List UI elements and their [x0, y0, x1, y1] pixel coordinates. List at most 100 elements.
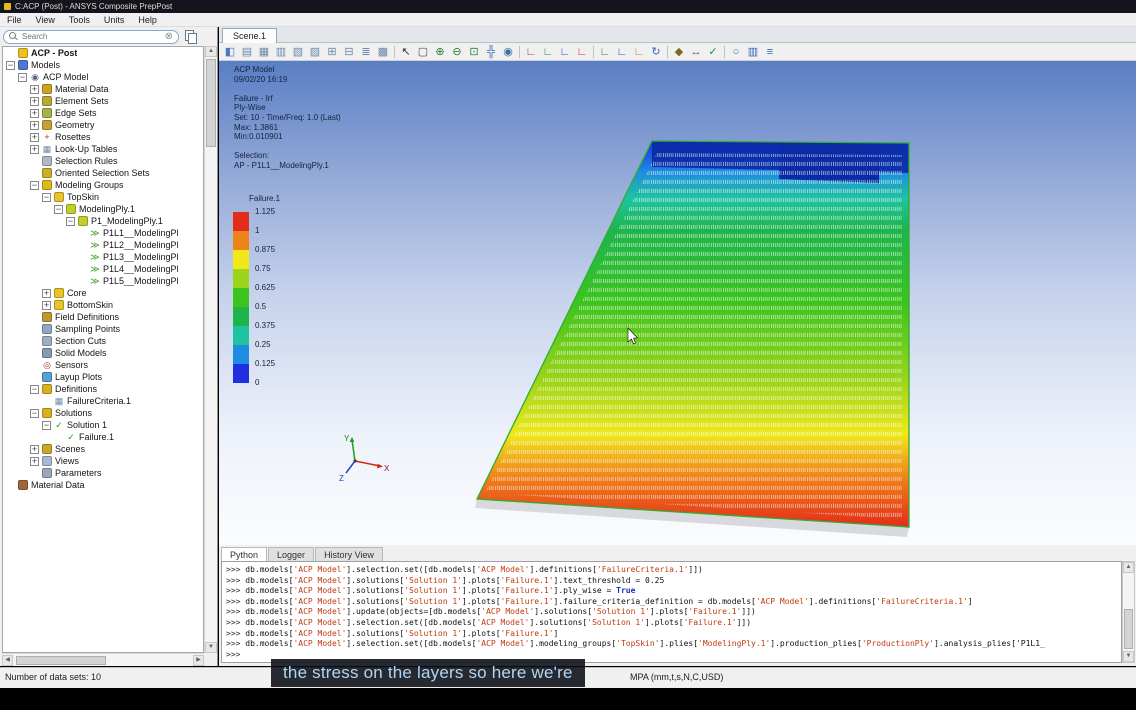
- tree-item-edge-sets[interactable]: + Edge Sets: [3, 107, 203, 119]
- tree-item-field-definitions[interactable]: Field Definitions: [3, 311, 203, 323]
- scroll-left-icon[interactable]: ◀: [2, 655, 13, 666]
- tree-item-selection-rules[interactable]: Selection Rules: [3, 155, 203, 167]
- legend-toggle-icon[interactable]: ▥: [745, 44, 761, 60]
- view-bottom-icon[interactable]: ∟: [614, 44, 630, 60]
- table-columns-icon[interactable]: ▥: [273, 44, 289, 60]
- expand-icon[interactable]: +: [30, 84, 39, 94]
- console-tab-history-view[interactable]: History View: [315, 547, 383, 561]
- tree-vertical-scrollbar[interactable]: ▲ ▼: [204, 46, 217, 653]
- matrix-icon[interactable]: ▨: [307, 44, 323, 60]
- scrollbar-thumb[interactable]: [16, 656, 106, 665]
- search-model-icon[interactable]: ○: [728, 44, 744, 60]
- annotation-toggle-icon[interactable]: ≡: [762, 44, 778, 60]
- collapse-icon[interactable]: −: [42, 420, 51, 430]
- scroll-up-icon[interactable]: ▲: [205, 46, 217, 57]
- tree-horizontal-scrollbar[interactable]: ◀ ▶: [2, 653, 204, 666]
- expand-icon[interactable]: +: [42, 300, 51, 310]
- zoom-box-icon[interactable]: ⊡: [466, 44, 482, 60]
- tree-item-section-cuts[interactable]: Section Cuts: [3, 335, 203, 347]
- tree-item-solutions[interactable]: − Solutions: [3, 407, 203, 419]
- tree-item-topskin[interactable]: − TopSkin: [3, 191, 203, 203]
- tree-item-definitions[interactable]: − Definitions: [3, 383, 203, 395]
- tree-item-p1l1-modelingpl[interactable]: ≫ P1L1__ModelingPl: [3, 227, 203, 239]
- menu-tools[interactable]: Tools: [62, 15, 97, 25]
- tree-item-parameters[interactable]: Parameters: [3, 467, 203, 479]
- view-right-icon[interactable]: ∟: [574, 44, 590, 60]
- rotate-view-icon[interactable]: ↻: [648, 44, 664, 60]
- box-select-icon[interactable]: ▢: [415, 44, 431, 60]
- view-left-icon[interactable]: ∟: [557, 44, 573, 60]
- collapse-icon[interactable]: −: [18, 72, 27, 82]
- tab-scene-1[interactable]: Scene.1: [222, 28, 278, 43]
- tree-item-scenes[interactable]: + Scenes: [3, 443, 203, 455]
- expand-icon[interactable]: +: [42, 288, 51, 298]
- tree-item-solution-1[interactable]: − ✓ Solution 1: [3, 419, 203, 431]
- menu-help[interactable]: Help: [131, 15, 164, 25]
- expand-icon[interactable]: +: [30, 96, 39, 106]
- expand-icon[interactable]: +: [30, 144, 39, 154]
- tree-item-geometry[interactable]: + Geometry: [3, 119, 203, 131]
- tree-item-solid-models[interactable]: Solid Models: [3, 347, 203, 359]
- menu-file[interactable]: File: [0, 15, 29, 25]
- collapse-icon[interactable]: −: [66, 216, 75, 226]
- tree-item-core[interactable]: + Core: [3, 287, 203, 299]
- scroll-down-icon[interactable]: ▼: [205, 642, 217, 653]
- viewport-3d[interactable]: ACP Model 09/02/20 16:19 Failure - Irf Ply…: [219, 61, 1136, 545]
- scroll-right-icon[interactable]: ▶: [193, 655, 204, 666]
- table-grid-icon[interactable]: ▦: [256, 44, 272, 60]
- expand-icon[interactable]: +: [30, 132, 39, 142]
- tree-item-element-sets[interactable]: + Element Sets: [3, 95, 203, 107]
- menu-view[interactable]: View: [29, 15, 62, 25]
- collapse-icon[interactable]: −: [30, 180, 39, 190]
- tree-item-p1l4-modelingpl[interactable]: ≫ P1L4__ModelingPl: [3, 263, 203, 275]
- tree-item-p1-modelingply-1[interactable]: − P1_ModelingPly.1: [3, 215, 203, 227]
- menu-units[interactable]: Units: [97, 15, 132, 25]
- snapshot-camera-icon[interactable]: ◉: [500, 44, 516, 60]
- expand-icon[interactable]: +: [30, 108, 39, 118]
- tree-item-acp-model[interactable]: − ◉ ACP Model: [3, 71, 203, 83]
- lock-view-icon[interactable]: ◆: [671, 44, 687, 60]
- console-body[interactable]: >>> db.models['ACP Model'].selection.set…: [221, 561, 1122, 663]
- copy-panel-icon[interactable]: [184, 30, 197, 44]
- tree-item-sampling-points[interactable]: Sampling Points: [3, 323, 203, 335]
- tree-item-layup-plots[interactable]: Layup Plots: [3, 371, 203, 383]
- probe-values-icon[interactable]: ✓: [705, 44, 721, 60]
- tree-item-p1l5-modelingpl[interactable]: ≫ P1L5__ModelingPl: [3, 275, 203, 287]
- scrollbar-thumb[interactable]: [1124, 609, 1133, 649]
- tree-item-failurecriteria-1[interactable]: ▦ FailureCriteria.1: [3, 395, 203, 407]
- grid-add-icon[interactable]: ⊞: [324, 44, 340, 60]
- search-input[interactable]: [22, 32, 161, 41]
- tree-item-p1l2-modelingpl[interactable]: ≫ P1L2__ModelingPl: [3, 239, 203, 251]
- scroll-down-icon[interactable]: ▼: [1123, 651, 1134, 662]
- measure-icon[interactable]: ↔: [688, 44, 704, 60]
- pin-panel-icon[interactable]: ◧: [222, 44, 238, 60]
- tree-item-p1l3-modelingpl[interactable]: ≫ P1L3__ModelingPl: [3, 251, 203, 263]
- expand-icon[interactable]: +: [30, 456, 39, 466]
- collapse-icon[interactable]: −: [42, 192, 51, 202]
- tree-item-rosettes[interactable]: + + Rosettes: [3, 131, 203, 143]
- tree-item-bottomskin[interactable]: + BottomSkin: [3, 299, 203, 311]
- collapse-icon[interactable]: −: [30, 408, 39, 418]
- new-table-icon[interactable]: ▤: [239, 44, 255, 60]
- tree-item-modelingply-1[interactable]: − ModelingPly.1: [3, 203, 203, 215]
- expand-icon[interactable]: +: [30, 120, 39, 130]
- search-box[interactable]: ⊗: [3, 29, 179, 44]
- tree-item-views[interactable]: + Views: [3, 455, 203, 467]
- tree-item-material-data[interactable]: Material Data: [3, 479, 203, 491]
- view-front-icon[interactable]: ∟: [523, 44, 539, 60]
- tree-item-models[interactable]: − Models: [3, 59, 203, 71]
- view-top-icon[interactable]: ∟: [597, 44, 613, 60]
- list-view-icon[interactable]: ≣: [358, 44, 374, 60]
- tree-item-sensors[interactable]: ◎ Sensors: [3, 359, 203, 371]
- expand-icon[interactable]: +: [30, 444, 39, 454]
- clear-search-icon[interactable]: ⊗: [165, 31, 173, 42]
- collapse-icon[interactable]: −: [6, 60, 15, 70]
- zoom-out-icon[interactable]: ⊖: [449, 44, 465, 60]
- tree-item-material-data[interactable]: + Material Data: [3, 83, 203, 95]
- layer-stack-icon[interactable]: ▧: [290, 44, 306, 60]
- view-iso-icon[interactable]: ∟: [631, 44, 647, 60]
- tree-item-look-up-tables[interactable]: + ▦ Look-Up Tables: [3, 143, 203, 155]
- tree-item-acp-post[interactable]: ACP - Post: [3, 47, 203, 59]
- collapse-icon[interactable]: −: [54, 204, 63, 214]
- tree-item-failure-1[interactable]: ✓ Failure.1: [3, 431, 203, 443]
